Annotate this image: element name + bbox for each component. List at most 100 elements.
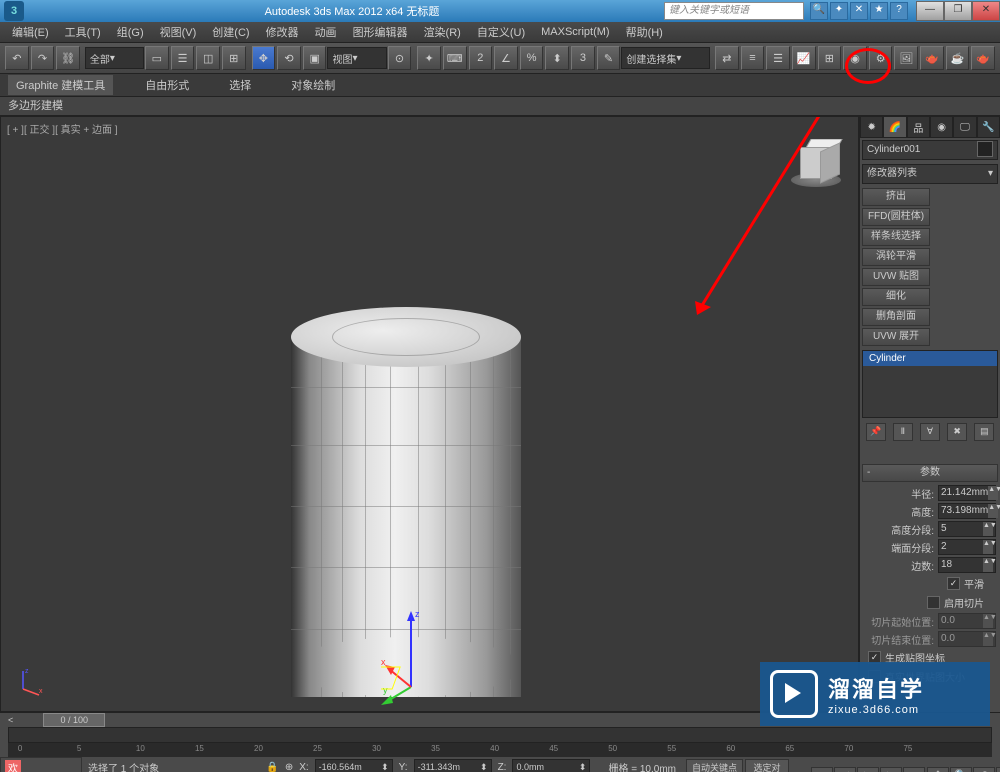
x-coord-input[interactable]: -160.564m⬍ [315,759,393,772]
schematic-button[interactable]: ⊞ [818,46,842,70]
viewport[interactable]: [ + ][ 正交 ][ 真实 + 边面 ] [0,116,859,712]
viewport-zoom-icon[interactable]: 🔍 [950,767,972,772]
menu-grapheditors[interactable]: 图形编辑器 [345,24,416,40]
goto-start-icon[interactable]: ⏮ [811,767,833,772]
align-button[interactable]: ≡ [741,46,765,70]
undo-button[interactable]: ↶ [5,46,29,70]
modify-tab-icon[interactable]: 🌈 [883,116,906,138]
time-ruler[interactable]: 05 1015 2025 3035 4045 5055 6065 7075 [8,743,992,757]
ribbon-tab-objectpaint[interactable]: 对象绘制 [283,75,343,95]
help-search-input[interactable]: 键入关键字或短语 [664,2,804,20]
keymode-dropdown[interactable]: 选定对 [745,759,789,772]
mod-btn-tessellate[interactable]: 细化 [862,288,930,306]
use-center-button[interactable]: ⊙ [388,46,412,70]
selection-region-button[interactable]: ◫ [196,46,220,70]
params-rollout-header[interactable]: 参数 [862,464,998,482]
create-tab-icon[interactable]: ✹ [860,116,883,138]
select-rotate-button[interactable]: ⟲ [277,46,301,70]
subscription-icon[interactable]: ✦ [830,2,848,20]
menu-animation[interactable]: 动画 [307,24,345,40]
menu-help[interactable]: 帮助(H) [618,24,671,40]
ribbon-tab-freeform[interactable]: 自由形式 [137,75,197,95]
menu-edit[interactable]: 编辑(E) [4,24,57,40]
minilistener-tab[interactable]: 欢 [1,758,81,772]
configure-sets-icon[interactable]: ▤ [974,423,994,441]
next-frame-icon[interactable]: ▶ [880,767,902,772]
object-color-swatch[interactable] [977,141,993,157]
smooth-checkbox[interactable]: ✓ [947,577,960,590]
edit-named-sel-button[interactable]: ✎ [597,46,621,70]
scene-object-cylinder[interactable] [291,307,521,697]
mod-btn-splinesel[interactable]: 样条线选择 [862,228,930,246]
capsegs-spinner[interactable]: 2▲▼ [938,539,996,555]
coord-display-icon[interactable]: ⊕ [285,762,293,772]
menu-views[interactable]: 视图(V) [152,24,205,40]
time-slider-handle[interactable]: 0 / 100 [43,713,105,727]
stack-item-cylinder[interactable]: Cylinder [863,351,997,366]
quick-render-button[interactable]: 🫖 [971,46,995,70]
menu-tools[interactable]: 工具(T) [57,24,109,40]
mirror-button[interactable]: ⇄ [715,46,739,70]
utilities-tab-icon[interactable]: 🔧 [977,116,1000,138]
menu-group[interactable]: 组(G) [109,24,152,40]
viewport-pan-icon[interactable]: ✥ [927,767,949,772]
link-button[interactable]: ⛓ [56,46,80,70]
snaps-2d-button[interactable]: 2 [469,46,493,70]
height-spinner[interactable]: 73.198mm▲▼ [938,503,996,519]
keyboard-shortcut-button[interactable]: ⌨ [443,46,467,70]
slice-checkbox[interactable] [927,596,940,609]
render-setup-button[interactable]: ⚙ [869,46,893,70]
ref-coord-dropdown[interactable]: 视图 ▾ [327,47,386,69]
modifier-list-dropdown[interactable]: 修改器列表▾ [862,164,998,184]
z-coord-input[interactable]: 0.0mm⬍ [512,759,590,772]
maximize-button[interactable]: ❐ [944,1,972,21]
snaps-percent-button[interactable]: % [520,46,544,70]
mod-btn-extrude[interactable]: 挤出 [862,188,930,206]
minimize-button[interactable]: — [916,1,944,21]
named-selset-dropdown[interactable]: 创建选择集 ▾ [621,47,710,69]
menu-modifiers[interactable]: 修改器 [258,24,307,40]
snaps-3d-button[interactable]: 3 [571,46,595,70]
prev-frame-icon[interactable]: ◀ [834,767,856,772]
select-by-name-button[interactable]: ☰ [171,46,195,70]
motion-tab-icon[interactable]: ◉ [930,116,953,138]
search-icon[interactable]: 🔍 [810,2,828,20]
remove-modifier-icon[interactable]: ✖ [947,423,967,441]
material-editor-button[interactable]: ◉ [843,46,867,70]
goto-end-icon[interactable]: ⏭ [903,767,925,772]
select-object-button[interactable]: ▭ [145,46,169,70]
make-unique-icon[interactable]: ∀ [920,423,940,441]
snaps-angle-button[interactable]: ∠ [494,46,518,70]
hierarchy-tab-icon[interactable]: 品 [907,116,930,138]
menu-maxscript[interactable]: MAXScript(M) [533,26,617,38]
heightsegs-spinner[interactable]: 5▲▼ [938,521,996,537]
menu-customize[interactable]: 自定义(U) [469,24,533,40]
mod-btn-uvwmap[interactable]: UVW 贴图 [862,268,930,286]
close-button[interactable]: ✕ [972,1,1000,21]
favorite-icon[interactable]: ★ [870,2,888,20]
show-end-result-icon[interactable]: Ⅱ [893,423,913,441]
object-name-field[interactable]: Cylinder001 [862,140,998,160]
mod-btn-chamfer[interactable]: 删角剖面 [862,308,930,326]
menu-create[interactable]: 创建(C) [204,24,257,40]
render-button[interactable]: 🫖 [920,46,944,70]
render-frame-button[interactable]: 🖼 [894,46,918,70]
track-bar[interactable] [8,727,992,743]
layers-button[interactable]: ☰ [766,46,790,70]
redo-button[interactable]: ↷ [31,46,55,70]
render-preset-button[interactable]: ☕ [946,46,970,70]
select-move-button[interactable]: ✥ [252,46,276,70]
viewport-max-icon[interactable]: ⛶ [996,767,1000,772]
mod-btn-uvwunwrap[interactable]: UVW 展开 [862,328,930,346]
selection-filter-dropdown[interactable]: 全部 ▾ [85,47,144,69]
y-coord-input[interactable]: -311.343m⬍ [414,759,492,772]
viewport-label[interactable]: [ + ][ 正交 ][ 真实 + 边面 ] [7,121,118,136]
select-manipulate-button[interactable]: ✦ [417,46,441,70]
viewcube[interactable] [788,131,844,187]
ribbon-tab-selection[interactable]: 选择 [221,75,259,95]
mod-btn-ffd[interactable]: FFD(圆柱体) [862,208,930,226]
ribbon-tab-graphite[interactable]: Graphite 建模工具 [8,75,113,95]
play-icon[interactable]: ▶ [857,767,879,772]
radius-spinner[interactable]: 21.142mm▲▼ [938,485,996,501]
viewport-orbit-icon[interactable]: ⟲ [973,767,995,772]
